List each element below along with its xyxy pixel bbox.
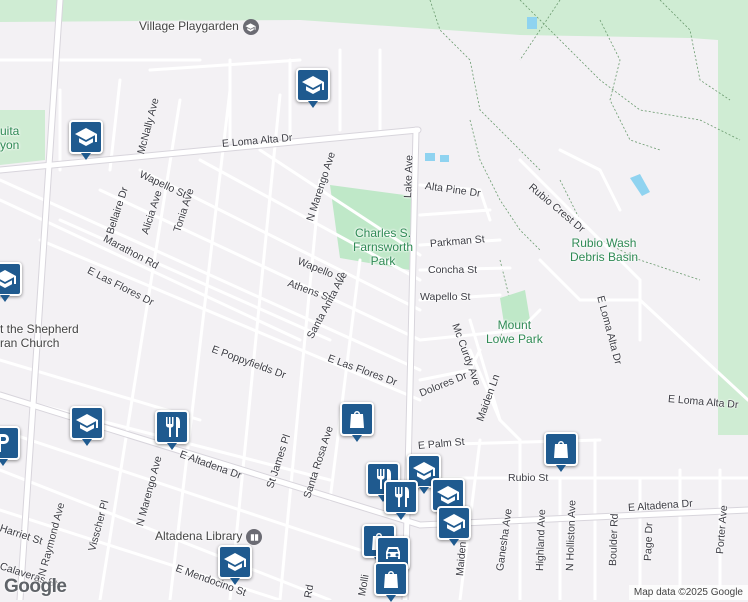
shop-marker[interactable] [374,562,408,602]
mount-lowe-line-2: Lowe Park [486,332,543,346]
street-wapello-st-e: Wapello St [420,291,471,303]
google-logo[interactable]: Google [4,576,67,598]
graduation-cap-icon [443,514,465,532]
shop-marker[interactable] [340,402,374,442]
street-page-dr: Page Dr [642,522,656,562]
park-line-3: Park [370,254,396,268]
street-concha-st: Concha St [428,264,478,276]
canyon-line-1: uita [0,124,20,138]
park-line-1: Charles S. [355,226,412,240]
graduation-cap-icon [224,553,246,571]
altadena-library-label: Altadena Library [155,529,243,544]
fork-knife-icon [395,487,409,507]
graduation-cap-icon [75,128,97,146]
graduation-cap-icon [0,270,16,288]
parking-marker[interactable] [0,426,20,466]
mount-lowe-line-1: Mount [497,318,532,332]
street-rd-partial: Rd [302,583,317,600]
place-canyon: uita yon [0,124,19,152]
rubio-wash-line-2: Debris Basin [570,250,639,264]
shop-marker[interactable] [544,432,578,472]
fork-knife-icon [166,417,180,437]
place-rubio-wash[interactable]: Rubio Wash Debris Basin [570,236,638,264]
shopping-bag-icon [350,411,364,428]
street-n-holliston-ave: N Holliston Ave [564,499,579,572]
place-shepherd-church[interactable]: t the Shepherd ran Church [0,322,79,350]
shopping-bag-icon [384,571,398,588]
school-marker[interactable] [69,120,103,160]
graduation-cap-icon [302,76,324,94]
rubio-wash-line-1: Rubio Wash [571,236,637,250]
restaurant-marker[interactable] [155,410,189,450]
place-mount-lowe-park[interactable]: Mount Lowe Park [486,318,543,346]
church-line-1: t the Shepherd [0,322,79,336]
street-lake-ave: Lake Ave [402,154,416,199]
school-marker[interactable] [70,406,104,446]
graduation-cap-icon [437,486,459,504]
map-attribution[interactable]: Map data ©2025 Google [628,585,748,600]
water-body-4 [440,155,449,162]
church-line-2: ran Church [0,336,60,350]
street-boulder-rd: Boulder Rd [607,513,621,567]
graduation-cap-icon [76,414,98,432]
village-playgarden-label: Village Playgarden [139,19,239,34]
canyon-line-2: yon [0,138,20,152]
restaurant-marker[interactable] [384,480,418,520]
place-village-playgarden[interactable]: Village Playgarden [139,19,259,35]
street-rubio-st: Rubio St [508,472,549,484]
school-marker[interactable] [437,506,471,546]
place-farnsworth-park[interactable]: Charles S. Farnsworth Park [353,226,413,268]
school-marker[interactable] [296,68,330,108]
school-marker[interactable] [218,545,252,585]
water-body-3 [425,153,435,161]
library-icon [246,529,263,545]
shopping-bag-icon [554,441,568,458]
parking-icon [0,434,9,452]
park-line-2: Farnsworth [353,240,414,254]
school-marker[interactable] [0,262,22,302]
street-highland-ave: Highland Ave [534,509,549,572]
place-altadena-library[interactable]: Altadena Library [155,529,263,545]
water-body [527,17,537,29]
school-icon [242,19,259,35]
